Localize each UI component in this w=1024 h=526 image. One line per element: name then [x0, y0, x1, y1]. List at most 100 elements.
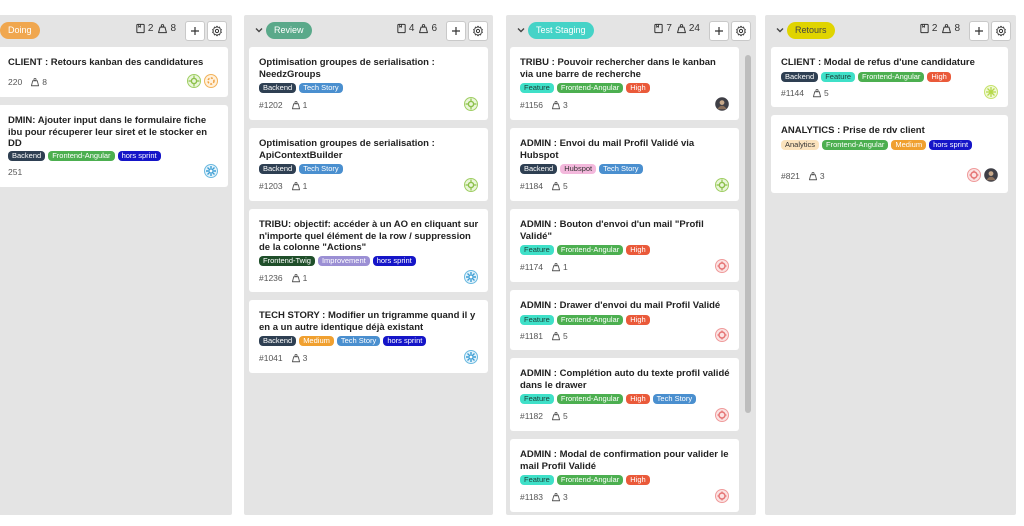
weight-icon [291, 273, 301, 283]
weight-icon [291, 100, 301, 110]
avatar[interactable] [715, 178, 729, 192]
avatar[interactable] [464, 350, 478, 364]
ticket-card[interactable]: TRIBU : Pouvoir rechercher dans le kanba… [510, 47, 739, 120]
avatar[interactable] [464, 270, 478, 284]
ticket-id: 251 [8, 167, 23, 177]
tag-label: Medium [891, 140, 927, 150]
ticket-card[interactable]: ADMIN : Modal de confirmation pour valid… [510, 439, 739, 512]
ticket-id: #1181 [520, 331, 544, 341]
card-meta: #1184 5 [520, 181, 568, 191]
avatar[interactable] [187, 74, 201, 88]
avatar[interactable] [204, 164, 218, 178]
avatar[interactable] [715, 408, 729, 422]
avatar[interactable] [715, 328, 729, 342]
weight-icon [941, 23, 952, 34]
column-settings-button[interactable] [991, 21, 1011, 41]
gear-icon [472, 25, 484, 37]
column-scrollbar[interactable] [745, 55, 751, 413]
ticket-id: 220 [8, 77, 23, 87]
add-card-button[interactable] [446, 21, 466, 41]
column-status-badge: Retours [787, 22, 835, 39]
ticket-icon [135, 23, 146, 34]
column-settings-button[interactable] [207, 21, 227, 41]
points-count: 8 [954, 23, 960, 34]
avatar[interactable] [984, 85, 998, 99]
avatar[interactable] [967, 168, 981, 182]
ticket-card[interactable]: CLIENT : Retours kanban des candidatures… [0, 47, 228, 97]
weight-icon [551, 100, 561, 110]
ticket-card[interactable]: ADMIN : Envoi du mail Profil Validé via … [510, 128, 739, 201]
ticket-icon [396, 23, 407, 34]
weight-icon [551, 181, 561, 191]
plus-icon [713, 25, 725, 37]
weight-icon [291, 181, 301, 191]
chevron-down-icon[interactable] [253, 24, 265, 36]
ticket-id: #1236 [259, 273, 283, 283]
card-title: ADMIN : Drawer d'envoi du mail Profil Va… [520, 300, 721, 311]
card-meta: 220 8 [8, 77, 47, 87]
card-title: ADMIN : Modal de confirmation pour valid… [520, 449, 729, 472]
add-card-button[interactable] [185, 21, 205, 41]
chevron-down-icon[interactable] [774, 24, 786, 36]
ticket-card[interactable]: ADMIN : Bouton d'envoi d'un mail "Profil… [510, 209, 739, 282]
avatar[interactable] [984, 168, 998, 182]
tag-label: hors sprint [383, 336, 427, 346]
avatar[interactable] [715, 97, 729, 111]
tag-label: Backend [781, 72, 819, 82]
add-card-button[interactable] [969, 21, 989, 41]
column-settings-button[interactable] [731, 21, 751, 41]
tag-label: Backend [259, 336, 297, 346]
card-title: DMIN: Ajouter input dans le formulaire f… [8, 115, 208, 149]
ticket-card[interactable]: ANALYTICS : Prise de rdv client Analytics… [771, 115, 1008, 193]
story-points: 8 [42, 77, 47, 87]
story-points: 5 [824, 88, 829, 98]
avatar[interactable] [464, 97, 478, 111]
points-count: 8 [170, 23, 176, 34]
ticket-card[interactable]: Optimisation groupes de serialisation : … [249, 47, 488, 120]
story-points: 1 [563, 262, 568, 272]
tag-list: Feature Frontend-Angular High Tech Story [520, 394, 731, 404]
assignee-avatars [204, 164, 218, 178]
ticket-card[interactable]: ADMIN : Complétion auto du texte profil … [510, 358, 739, 431]
chevron-down-icon[interactable] [515, 24, 527, 36]
add-card-button[interactable] [709, 21, 729, 41]
tag-list: Backend Frontend-Angular hors sprint [8, 151, 220, 161]
tag-label: Tech Story [336, 336, 381, 346]
tag-list: Feature Frontend-Angular High [520, 83, 731, 93]
ticket-card[interactable]: TRIBU: objectif: accéder à un AO en cliq… [249, 209, 488, 292]
weight-icon [676, 23, 687, 34]
ticket-card[interactable]: CLIENT : Modal de refus d'une candidatur… [771, 47, 1008, 107]
ticket-card[interactable]: DMIN: Ajouter input dans le formulaire f… [0, 105, 228, 187]
card-title: TRIBU : Pouvoir rechercher dans le kanba… [520, 57, 716, 80]
plus-icon [450, 25, 462, 37]
avatar[interactable] [464, 178, 478, 192]
column-settings-button[interactable] [468, 21, 488, 41]
story-points: 1 [302, 181, 308, 191]
ticket-card[interactable]: Optimisation groupes de serialisation : … [249, 128, 488, 201]
weight-icon [551, 411, 561, 421]
tag-list: Feature Frontend-Angular High [520, 475, 731, 485]
story-points: 5 [563, 411, 568, 421]
tag-label: Frontend-Angular [48, 151, 115, 161]
tag-label: High [626, 315, 650, 325]
story-points: 3 [302, 353, 308, 363]
card-title: CLIENT : Retours kanban des candidatures [8, 57, 204, 68]
story-points: 3 [563, 100, 568, 110]
tag-label: High [626, 475, 650, 485]
avatar[interactable] [715, 489, 729, 503]
card-title: ADMIN : Envoi du mail Profil Validé via … [520, 138, 695, 161]
weight-icon [551, 492, 561, 502]
points-count: 24 [688, 23, 700, 34]
card-meta: 251 [8, 167, 22, 177]
assignee-avatars [187, 74, 218, 88]
card-title: Optimisation groupes de serialisation : … [259, 138, 435, 161]
ticket-card[interactable]: TECH STORY : Modifier un trigramme quand… [249, 300, 488, 373]
ticket-id: #1182 [520, 411, 544, 421]
ticket-card[interactable]: ADMIN : Drawer d'envoi du mail Profil Va… [510, 290, 739, 350]
avatar[interactable] [204, 74, 218, 88]
card-title: TRIBU: objectif: accéder à un AO en cliq… [259, 219, 479, 253]
plus-icon [189, 25, 201, 37]
assignee-avatars [715, 97, 729, 111]
tag-list: Feature Frontend-Angular High [520, 315, 731, 325]
avatar[interactable] [715, 259, 729, 273]
